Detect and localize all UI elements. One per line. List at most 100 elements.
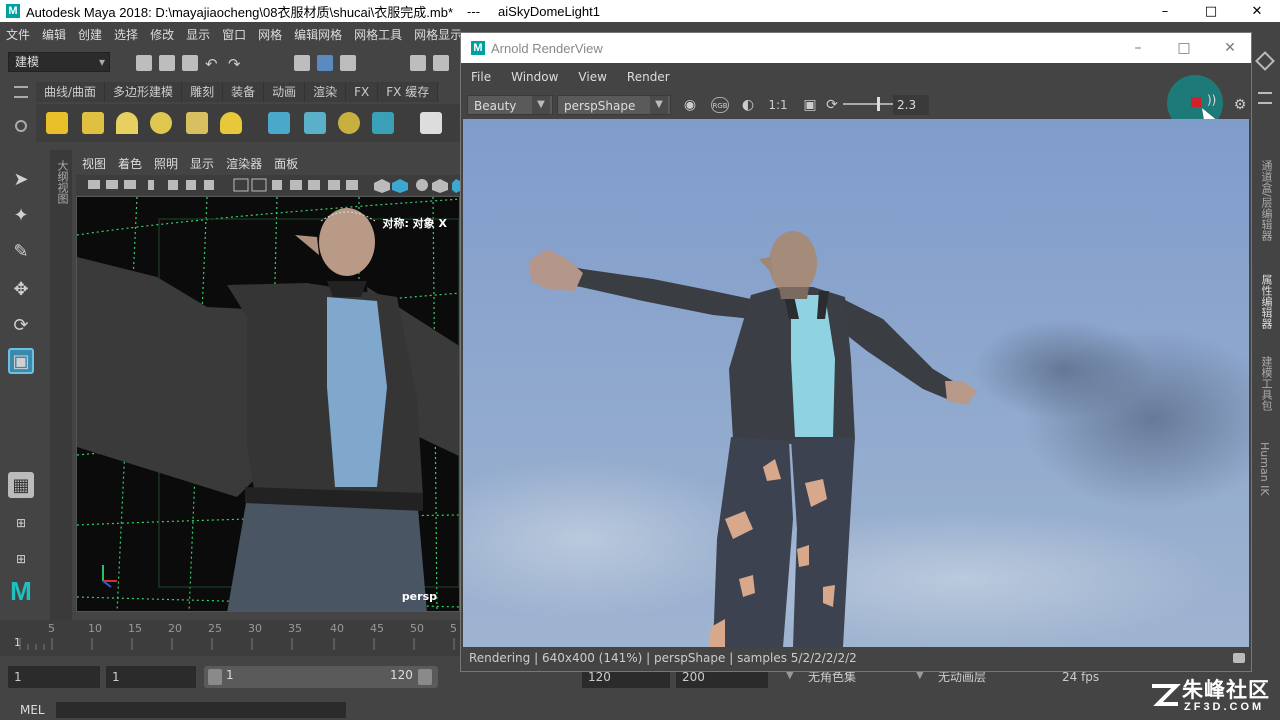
shelf-tab-fx-cache[interactable]: FX 缓存 (378, 82, 439, 102)
ratio-button[interactable]: 1:1 (767, 97, 789, 113)
arnold-menu-view[interactable]: View (568, 70, 616, 84)
list-icon[interactable] (1258, 92, 1272, 104)
panel-menu-show[interactable]: 显示 (184, 155, 220, 172)
panel-menu-renderer[interactable]: 渲染器 (220, 155, 268, 172)
arnold-menu-render[interactable]: Render (617, 70, 680, 84)
exposure-field[interactable]: 2.3 (893, 95, 929, 115)
rotate-tool-icon[interactable]: ⟳ (8, 312, 34, 338)
menu-file[interactable]: 文件 (0, 26, 36, 43)
four-view-icon[interactable]: ⊞ (8, 510, 34, 536)
two-view-icon[interactable]: ⊞ (8, 546, 34, 572)
layers-icon[interactable] (1255, 51, 1275, 71)
crop-region-icon[interactable]: ▣ (801, 97, 819, 113)
color-correct-icon[interactable]: ◐ (739, 97, 757, 113)
shelf-tab-poly[interactable]: 多边形建模 (105, 82, 183, 102)
shelf-tab-rendering[interactable]: 渲染 (305, 82, 347, 102)
shelf-tab-curves[interactable]: 曲线/曲面 (36, 82, 106, 102)
range-slider[interactable]: 1 120 (204, 666, 438, 688)
point-light-icon[interactable] (46, 112, 68, 134)
menu-edit-mesh[interactable]: 编辑网格 (288, 26, 348, 43)
arnold-maximize-button[interactable]: □ (1161, 33, 1207, 63)
mesh-light-icon[interactable] (186, 112, 208, 134)
outliner-tab[interactable]: 大纲视图 (50, 150, 72, 620)
arnold-menu-file[interactable]: File (461, 70, 501, 84)
shelf-menu-icon[interactable] (14, 86, 28, 98)
snap-curve-icon[interactable] (433, 55, 449, 71)
volume-icon[interactable] (372, 112, 394, 134)
aov-select[interactable]: Beauty ▼ (467, 95, 553, 115)
menu-mesh-tools[interactable]: 网格工具 (348, 26, 408, 43)
menu-display[interactable]: 显示 (180, 26, 216, 43)
lens-icon[interactable]: ◉ (681, 97, 699, 113)
arnold-title-bar[interactable]: M Arnold RenderView – □ ✕ (461, 33, 1251, 63)
shelf-tab-sculpt[interactable]: 雕刻 (182, 82, 224, 102)
range-start-handle[interactable] (208, 669, 222, 685)
menu-mesh[interactable]: 网格 (252, 26, 288, 43)
select-tool-icon[interactable]: ➤ (8, 166, 34, 192)
refresh-icon[interactable]: ⟳ (823, 97, 841, 113)
dock-tab-modeling-toolkit[interactable]: 建模工具包 (1258, 356, 1274, 411)
time-slider[interactable]: 5 10 15 20 25 30 35 40 45 50 5 1 (0, 620, 462, 656)
undo-icon[interactable]: ↶ (205, 55, 221, 73)
maximize-button[interactable]: □ (1188, 0, 1234, 22)
camera-select[interactable]: perspShape ▼ (557, 95, 671, 115)
arnold-close-button[interactable]: ✕ (1207, 33, 1253, 63)
paint-select-tool-icon[interactable]: ✎ (8, 238, 34, 264)
exposure-slider[interactable] (843, 97, 899, 111)
shelf-settings-icon[interactable] (15, 120, 27, 132)
lasso-tool-icon[interactable]: ✦ (8, 202, 34, 228)
mel-input[interactable] (56, 702, 346, 718)
start-time-field[interactable]: 1 (8, 666, 100, 688)
dock-tab-attribute-editor[interactable]: 属性编辑器 (1258, 274, 1274, 329)
dock-tab-channel-box[interactable]: 通道盒/层编辑器 (1258, 160, 1274, 241)
export-standin-icon[interactable] (304, 112, 326, 134)
arnold-minimize-button[interactable]: – (1115, 33, 1161, 63)
flush-cache-icon[interactable] (338, 112, 360, 134)
range-end-handle[interactable] (418, 669, 432, 685)
panel-menu-view[interactable]: 视图 (76, 155, 112, 172)
menu-edit[interactable]: 编辑 (36, 26, 72, 43)
render-image[interactable] (463, 119, 1249, 647)
mel-label[interactable]: MEL (20, 703, 45, 717)
scale-tool-icon[interactable]: ▣ (8, 348, 34, 374)
panel-menu-lighting[interactable]: 照明 (148, 155, 184, 172)
open-scene-icon[interactable] (159, 55, 175, 71)
standin-icon[interactable] (268, 112, 290, 134)
checker-icon[interactable] (420, 112, 442, 134)
new-scene-icon[interactable] (136, 55, 152, 71)
shelf-tab-rigging[interactable]: 装备 (223, 82, 265, 102)
redo-icon[interactable]: ↷ (228, 55, 244, 73)
exposure-slider-handle[interactable] (877, 97, 880, 111)
camera-snapshot-icon[interactable] (1233, 653, 1245, 663)
close-button[interactable]: ✕ (1234, 0, 1280, 22)
area-light-icon[interactable] (82, 112, 104, 134)
perspective-viewport[interactable]: 对称: 对象 X persp (76, 196, 460, 612)
arnold-menu-window[interactable]: Window (501, 70, 568, 84)
shelf-tab-animation[interactable]: 动画 (264, 82, 306, 102)
single-view-icon[interactable]: ▦ (8, 472, 34, 498)
minimize-button[interactable]: – (1142, 0, 1188, 22)
save-scene-icon[interactable] (182, 55, 198, 71)
select-hierarchy-icon[interactable] (294, 55, 310, 71)
menu-set-select[interactable]: 建模 ▾ (8, 52, 110, 72)
spot-light-icon[interactable] (116, 112, 138, 134)
menu-create[interactable]: 创建 (72, 26, 108, 43)
menu-window[interactable]: 窗口 (216, 26, 252, 43)
select-component-icon[interactable] (340, 55, 356, 71)
right-dock: 通道盒/层编辑器 属性编辑器 建模工具包 Human IK (1252, 22, 1280, 702)
rgb-channel-icon[interactable]: RGB (711, 97, 729, 113)
dock-tab-human-ik[interactable]: Human IK (1258, 442, 1271, 496)
panel-toolbar-icons[interactable] (76, 175, 460, 195)
menu-select[interactable]: 选择 (108, 26, 144, 43)
move-tool-icon[interactable]: ✥ (8, 276, 34, 302)
panel-menu-shading[interactable]: 着色 (112, 155, 148, 172)
physical-sky-icon[interactable] (220, 112, 242, 134)
menu-modify[interactable]: 修改 (144, 26, 180, 43)
skydome-light-icon[interactable] (150, 112, 172, 134)
select-object-icon[interactable] (317, 55, 333, 71)
shelf-tab-fx[interactable]: FX (346, 82, 379, 102)
gear-icon[interactable]: ⚙ (1231, 97, 1249, 113)
snap-grid-icon[interactable] (410, 55, 426, 71)
playback-start-field[interactable]: 1 (106, 666, 196, 688)
panel-menu-panels[interactable]: 面板 (268, 155, 304, 172)
